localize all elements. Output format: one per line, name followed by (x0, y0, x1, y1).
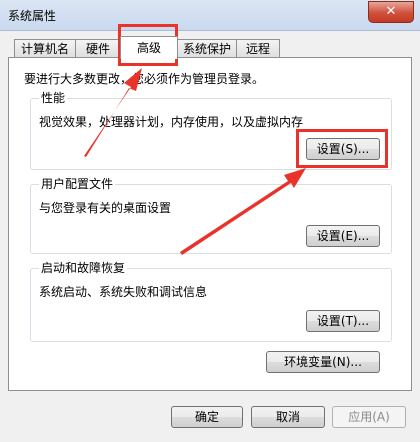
tab-system-protection[interactable]: 系统保护 (177, 39, 237, 58)
tab-advanced[interactable]: 高级 (120, 36, 178, 59)
apply-button[interactable]: 应用(A) (332, 406, 406, 428)
tab-hardware[interactable]: 硬件 (75, 39, 121, 58)
tab-bar: 计算机名 硬件 高级 系统保护 远程 (14, 36, 414, 59)
title-bar[interactable]: 系统属性 ✕ (0, 0, 420, 31)
performance-title: 性能 (39, 89, 68, 106)
startup-recovery-title: 启动和故障恢复 (39, 259, 128, 276)
close-button[interactable]: ✕ (368, 1, 414, 23)
performance-description: 视觉效果，处理器计划，内存使用，以及虚拟内存 (39, 115, 304, 129)
cancel-button[interactable]: 取消 (251, 406, 325, 428)
user-profiles-title: 用户配置文件 (39, 175, 116, 192)
performance-settings-button[interactable]: 设置(S)... (306, 138, 380, 160)
user-profiles-description: 与您登录有关的桌面设置 (39, 201, 172, 215)
ok-button[interactable]: 确定 (171, 406, 243, 428)
window-title: 系统属性 (8, 9, 57, 23)
tab-computer-name[interactable]: 计算机名 (14, 39, 76, 58)
tab-remote[interactable]: 远程 (236, 39, 280, 58)
system-properties-window: 系统属性 ✕ 计算机名 硬件 高级 系统保护 远程 要进行大多数更改，您必须作为… (0, 0, 420, 442)
admin-note: 要进行大多数更改，您必须作为管理员登录。 (24, 72, 265, 86)
startup-recovery-description: 系统启动、系统失败和调试信息 (39, 285, 208, 299)
startup-recovery-settings-button[interactable]: 设置(T)... (306, 310, 380, 332)
user-profiles-settings-button[interactable]: 设置(E)... (306, 225, 380, 247)
environment-variables-button[interactable]: 环境变量(N)... (266, 351, 380, 373)
